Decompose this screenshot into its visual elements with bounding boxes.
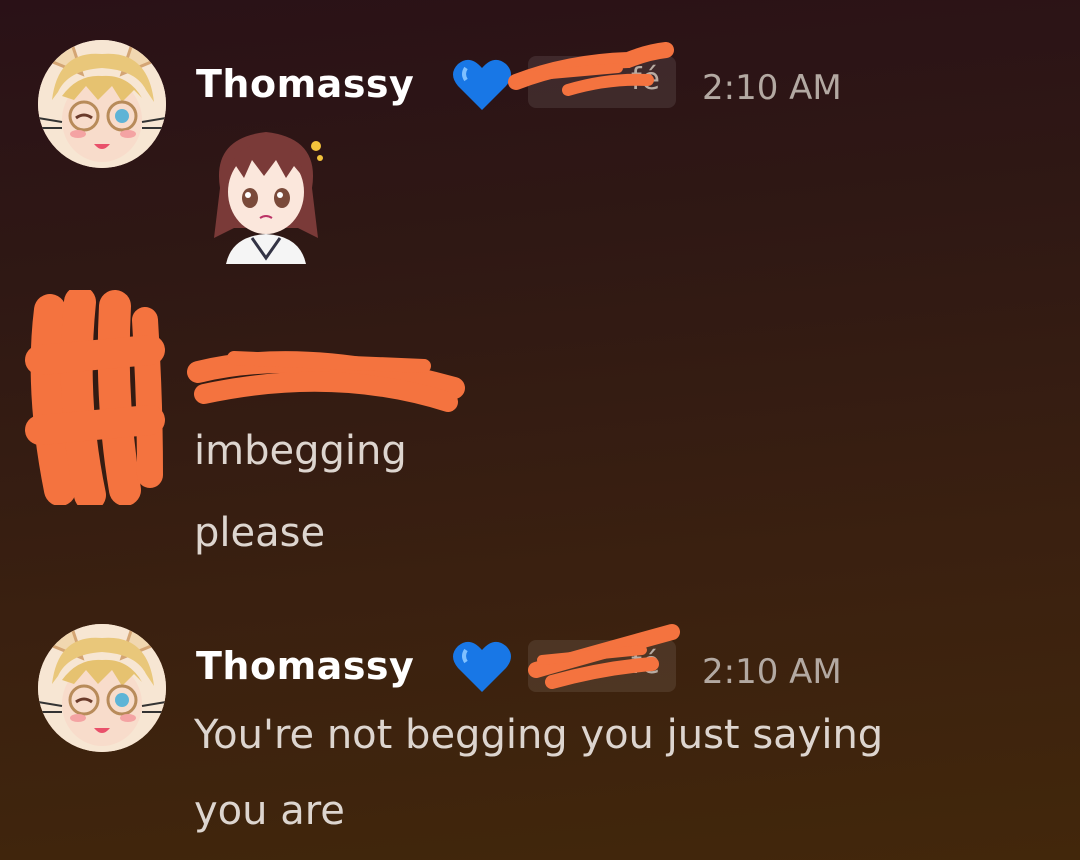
redacted-author-name[interactable] <box>184 336 474 422</box>
anime-girl-sticker[interactable] <box>202 118 330 264</box>
redaction-scribble <box>528 624 680 689</box>
author-name[interactable]: Thomassy <box>196 644 414 688</box>
timestamp: 2:10 AM <box>702 652 842 692</box>
message-text-line-2: you are <box>194 788 345 834</box>
blue-heart-icon <box>452 638 512 694</box>
author-name[interactable]: Thomassy <box>196 62 414 106</box>
redaction-scribble <box>508 42 674 96</box>
user-avatar[interactable] <box>38 624 166 752</box>
redacted-avatar[interactable] <box>20 290 170 505</box>
message-text-line-1: imbegging <box>194 428 407 474</box>
message-text-line-1: You're not begging you just saying <box>194 712 884 758</box>
blue-heart-icon <box>452 56 512 112</box>
user-avatar[interactable] <box>38 40 166 168</box>
message-text-line-2: please <box>194 510 326 556</box>
timestamp: 2:10 AM <box>702 68 842 108</box>
